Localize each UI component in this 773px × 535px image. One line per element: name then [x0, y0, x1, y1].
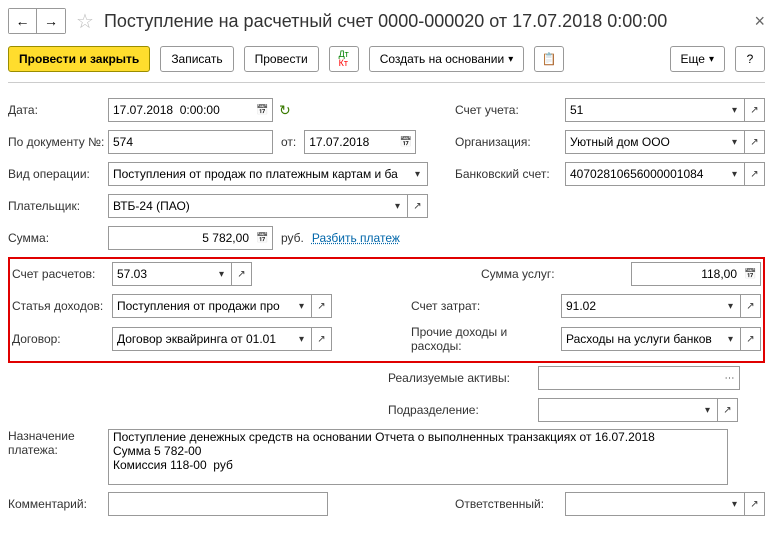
- rub-label: руб.: [281, 231, 304, 245]
- servamount-label: Сумма услуг:: [481, 267, 631, 281]
- account-label: Счет учета:: [455, 103, 565, 117]
- date-label: Дата:: [8, 103, 108, 117]
- amount-calc-icon[interactable]: [253, 226, 273, 250]
- optype-drop-icon[interactable]: [408, 162, 428, 186]
- print-button[interactable]: 📋: [534, 46, 564, 72]
- amount-input[interactable]: [108, 226, 253, 250]
- purpose-input[interactable]: [108, 429, 728, 485]
- docnum-label: По документу №:: [8, 135, 108, 149]
- back-button[interactable]: ←: [9, 9, 37, 33]
- costacct-label: Счет затрат:: [411, 299, 561, 313]
- help-button[interactable]: ?: [735, 46, 765, 72]
- dtkt-icon: ДтКт: [339, 50, 349, 68]
- dtkt-button[interactable]: ДтКт: [329, 46, 359, 72]
- responsible-input[interactable]: [565, 492, 725, 516]
- org-drop-icon[interactable]: [725, 130, 745, 154]
- docdate-input[interactable]: [304, 130, 396, 154]
- account-input[interactable]: [565, 98, 725, 122]
- org-input[interactable]: [565, 130, 725, 154]
- comment-input[interactable]: [108, 492, 328, 516]
- responsible-open-icon[interactable]: [745, 492, 765, 516]
- refresh-icon[interactable]: ↻: [279, 102, 291, 119]
- calcacct-input[interactable]: [112, 262, 212, 286]
- other-open-icon[interactable]: [741, 327, 761, 351]
- split-payment-link[interactable]: Разбить платеж: [312, 231, 400, 245]
- costacct-drop-icon[interactable]: [721, 294, 741, 318]
- other-drop-icon[interactable]: [721, 327, 741, 351]
- post-and-close-button[interactable]: Провести и закрыть: [8, 46, 150, 72]
- incomeart-label: Статья доходов:: [12, 299, 112, 313]
- contract-open-icon[interactable]: [312, 327, 332, 351]
- payer-drop-icon[interactable]: [388, 194, 408, 218]
- payer-input[interactable]: [108, 194, 388, 218]
- assets-label: Реализуемые активы:: [388, 371, 538, 385]
- purpose-label: Назначение платежа:: [8, 429, 108, 457]
- costacct-open-icon[interactable]: [741, 294, 761, 318]
- forward-button[interactable]: →: [37, 9, 65, 33]
- contract-input[interactable]: [112, 327, 292, 351]
- incomeart-input[interactable]: [112, 294, 292, 318]
- optype-label: Вид операции:: [8, 167, 108, 181]
- responsible-label: Ответственный:: [455, 497, 565, 511]
- write-button[interactable]: Записать: [160, 46, 233, 72]
- contract-label: Договор:: [12, 332, 112, 346]
- servamount-calc-icon[interactable]: [741, 262, 761, 286]
- date-input[interactable]: [108, 98, 253, 122]
- comment-label: Комментарий:: [8, 497, 108, 511]
- assets-dots-icon[interactable]: [720, 366, 740, 390]
- bankacc-drop-icon[interactable]: [725, 162, 745, 186]
- org-open-icon[interactable]: [745, 130, 765, 154]
- calcacct-label: Счет расчетов:: [12, 267, 112, 281]
- more-button[interactable]: Еще▾: [670, 46, 725, 72]
- dept-open-icon[interactable]: [718, 398, 738, 422]
- other-input[interactable]: [561, 327, 721, 351]
- optype-input[interactable]: [108, 162, 408, 186]
- account-open-icon[interactable]: [745, 98, 765, 122]
- contract-drop-icon[interactable]: [292, 327, 312, 351]
- from-label: от:: [281, 135, 296, 149]
- bankacc-open-icon[interactable]: [745, 162, 765, 186]
- other-label: Прочие доходы и расходы:: [411, 325, 561, 353]
- bankacc-input[interactable]: [565, 162, 725, 186]
- docnum-input[interactable]: [108, 130, 273, 154]
- incomeart-open-icon[interactable]: [312, 294, 332, 318]
- post-button[interactable]: Провести: [244, 46, 319, 72]
- incomeart-drop-icon[interactable]: [292, 294, 312, 318]
- calcacct-drop-icon[interactable]: [212, 262, 232, 286]
- costacct-input[interactable]: [561, 294, 721, 318]
- dept-drop-icon[interactable]: [698, 398, 718, 422]
- org-label: Организация:: [455, 135, 565, 149]
- calendar-icon[interactable]: [253, 98, 273, 122]
- payer-label: Плательщик:: [8, 199, 108, 213]
- payer-open-icon[interactable]: [408, 194, 428, 218]
- close-icon[interactable]: ×: [754, 11, 765, 32]
- create-based-button[interactable]: Создать на основании▾: [369, 46, 525, 72]
- assets-input[interactable]: [538, 366, 720, 390]
- servamount-input[interactable]: [631, 262, 741, 286]
- amount-label: Сумма:: [8, 231, 108, 245]
- dept-label: Подразделение:: [388, 403, 538, 417]
- account-drop-icon[interactable]: [725, 98, 745, 122]
- dept-input[interactable]: [538, 398, 698, 422]
- favorite-icon[interactable]: ☆: [76, 9, 94, 34]
- bankacc-label: Банковский счет:: [455, 167, 565, 181]
- responsible-drop-icon[interactable]: [725, 492, 745, 516]
- window-title: Поступление на расчетный счет 0000-00002…: [104, 11, 667, 32]
- docdate-calendar-icon[interactable]: [396, 130, 416, 154]
- calcacct-open-icon[interactable]: [232, 262, 252, 286]
